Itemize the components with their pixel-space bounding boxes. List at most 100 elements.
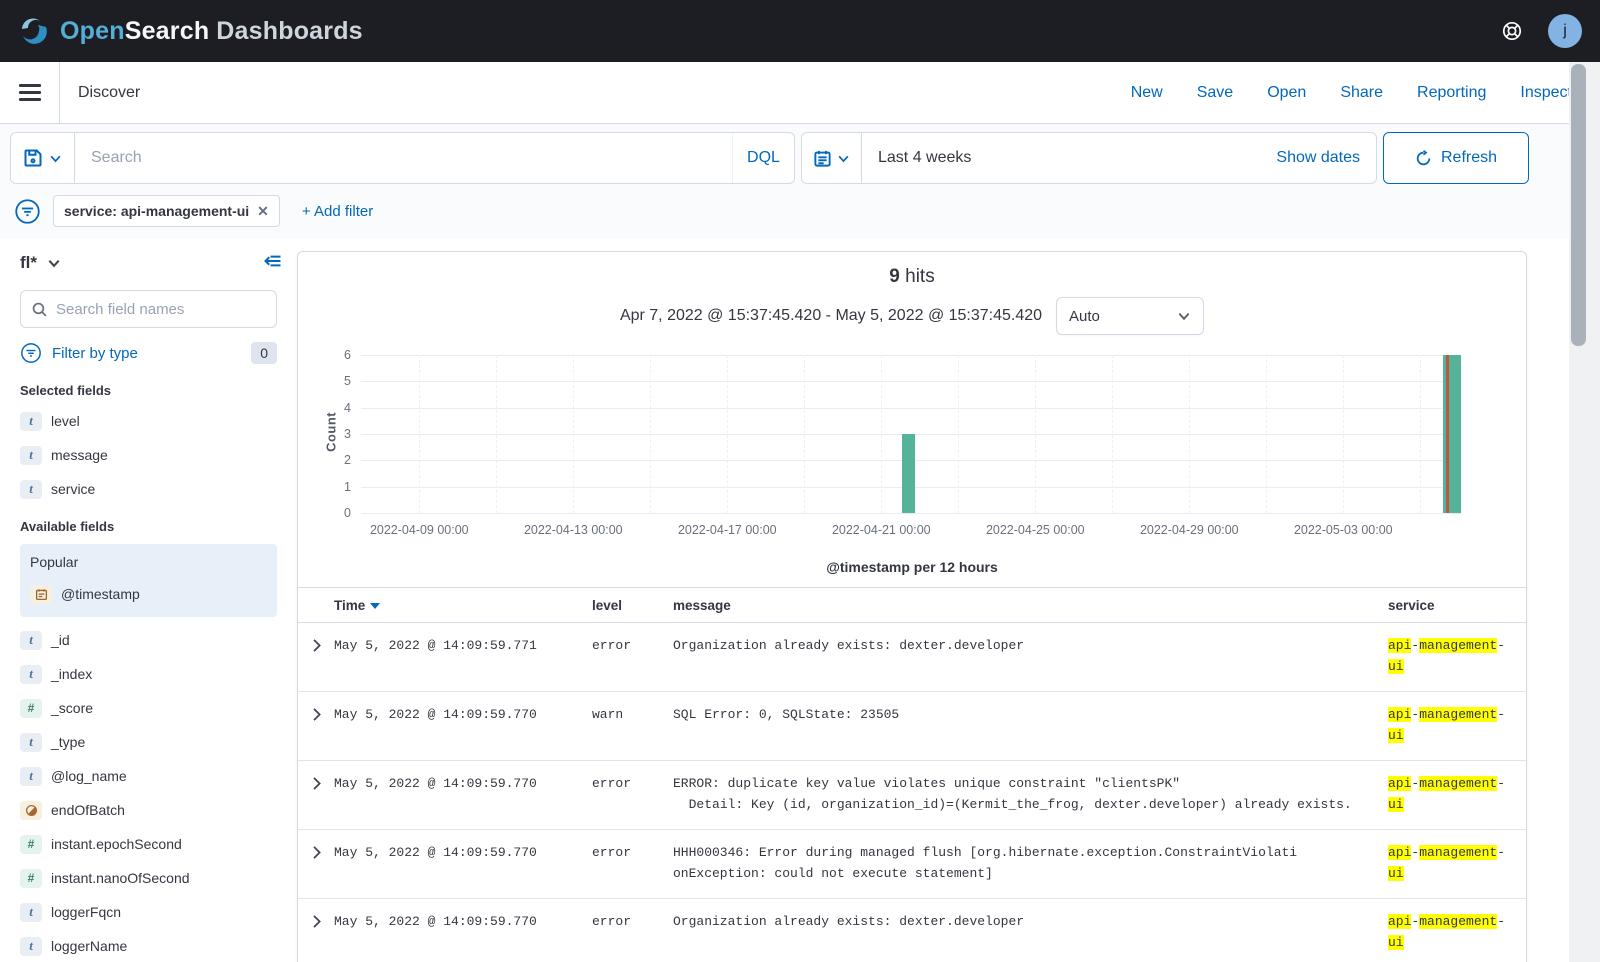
field-item-_type[interactable]: t_type xyxy=(20,731,277,753)
field-name: instant.epochSecond xyxy=(51,836,182,852)
app-header: OpenSearchDashboards j xyxy=(0,0,1600,62)
filter-chip-label: service: api-management-ui xyxy=(64,203,249,219)
brand-dashboards: Dashboards xyxy=(216,17,362,45)
show-dates-button[interactable]: Show dates xyxy=(1276,149,1376,167)
cell-message: Organization already exists: dexter.deve… xyxy=(673,911,1388,953)
calendar-menu-button[interactable] xyxy=(802,133,862,183)
field-item-loggerFqcn[interactable]: tloggerFqcn xyxy=(20,901,277,923)
refresh-label: Refresh xyxy=(1441,149,1497,167)
string-field-icon: t xyxy=(20,412,42,431)
column-header-time[interactable]: Time xyxy=(334,598,592,613)
highlight-mark: ui xyxy=(1388,866,1404,881)
brand-search: Search xyxy=(125,17,210,45)
string-field-icon: t xyxy=(20,937,42,956)
nav-link-reporting[interactable]: Reporting xyxy=(1417,84,1486,102)
table-row: May 5, 2022 @ 14:09:59.770errorOrganizat… xyxy=(298,899,1526,962)
cell-message: SQL Error: 0, SQLState: 23505 xyxy=(673,704,1388,746)
expand-row-icon[interactable] xyxy=(309,707,324,722)
histogram-chart[interactable]: Count 0123456 xyxy=(361,355,1461,513)
field-item-_score[interactable]: #_score xyxy=(20,697,277,719)
field-item-service[interactable]: tservice xyxy=(20,478,277,500)
filter-chip-service[interactable]: service: api-management-ui ✕ xyxy=(53,195,280,227)
cell-message: HHH000346: Error during managed flush [o… xyxy=(673,842,1388,884)
field-item-instant.nanoOfSecond[interactable]: #instant.nanoOfSecond xyxy=(20,867,277,889)
field-item-_id[interactable]: t_id xyxy=(20,629,277,651)
collapse-sidebar-icon[interactable] xyxy=(263,251,283,274)
expand-row-icon[interactable] xyxy=(309,776,324,791)
field-item-loggerName[interactable]: tloggerName xyxy=(20,935,277,957)
field-item-_index[interactable]: t_index xyxy=(20,663,277,685)
expand-row-icon[interactable] xyxy=(309,638,324,653)
field-item-instant.epochSecond[interactable]: #instant.epochSecond xyxy=(20,833,277,855)
search-input[interactable] xyxy=(75,149,732,167)
gridline xyxy=(804,355,805,513)
popular-fields-block: Popular @timestamp xyxy=(20,544,277,617)
hits-count: 9 hits xyxy=(298,266,1526,288)
gridline xyxy=(496,355,497,513)
highlight-mark: api xyxy=(1388,638,1411,653)
sort-desc-icon xyxy=(370,603,380,609)
field-item-level[interactable]: tlevel xyxy=(20,410,277,432)
highlight-mark: management xyxy=(1419,638,1497,653)
y-tick-label: 2 xyxy=(344,453,351,467)
index-pattern-selector[interactable]: fl* xyxy=(20,253,61,273)
brand-open: Open xyxy=(60,17,125,45)
field-item-@log_name[interactable]: t@log_name xyxy=(20,765,277,787)
nav-link-new[interactable]: New xyxy=(1131,84,1163,102)
highlight-mark: ui xyxy=(1388,659,1404,674)
remove-filter-icon[interactable]: ✕ xyxy=(257,203,269,220)
menu-icon[interactable] xyxy=(0,62,60,123)
date-range-value[interactable]: Last 4 weeks xyxy=(862,149,1276,167)
number-field-icon: # xyxy=(20,699,42,718)
calendar-icon xyxy=(813,149,832,168)
x-tick-label: 2022-04-21 00:00 xyxy=(832,523,931,537)
nav-link-share[interactable]: Share xyxy=(1340,84,1383,102)
filter-by-type-label: Filter by type xyxy=(52,345,138,362)
y-axis-label: Count xyxy=(324,412,339,452)
cell-time: May 5, 2022 @ 14:09:59.770 xyxy=(334,704,592,746)
expand-row-icon[interactable] xyxy=(309,914,324,929)
field-search-input[interactable] xyxy=(56,301,266,318)
breadcrumb: Discover xyxy=(60,62,140,123)
user-avatar[interactable]: j xyxy=(1548,14,1582,48)
nav-menu: New Save Open Share Reporting Inspect xyxy=(1131,62,1600,123)
field-item-endOfBatch[interactable]: endOfBatch xyxy=(20,799,277,821)
add-filter-button[interactable]: + Add filter xyxy=(302,203,373,220)
field-name: service xyxy=(51,481,95,497)
filter-icon[interactable] xyxy=(14,198,41,225)
saved-query-button[interactable] xyxy=(11,133,75,183)
gridline xyxy=(958,355,959,513)
expand-row-icon[interactable] xyxy=(309,845,324,860)
field-item-@timestamp[interactable]: @timestamp xyxy=(22,583,275,605)
cell-service: api-management-ui xyxy=(1388,704,1526,746)
gridline xyxy=(1266,355,1267,513)
boolean-field-icon xyxy=(20,801,42,820)
fields-sidebar: fl* Filter by type 0 Selected fields xyxy=(0,239,297,957)
gridline xyxy=(361,513,1461,514)
popular-heading: Popular xyxy=(22,554,275,570)
scrollbar-track[interactable] xyxy=(1569,62,1600,962)
string-field-icon: t xyxy=(20,446,42,465)
x-tick-label: 2022-04-29 00:00 xyxy=(1140,523,1239,537)
filter-by-type-button[interactable]: Filter by type 0 xyxy=(20,342,277,364)
scrollbar-thumb[interactable] xyxy=(1571,64,1586,346)
nav-link-save[interactable]: Save xyxy=(1197,84,1233,102)
refresh-icon xyxy=(1415,150,1432,167)
field-name: _id xyxy=(51,632,70,648)
query-language-button[interactable]: DQL xyxy=(732,133,794,183)
interval-select[interactable]: Auto xyxy=(1056,297,1204,335)
cell-level: error xyxy=(592,773,673,815)
nav-link-open[interactable]: Open xyxy=(1267,84,1306,102)
refresh-button[interactable]: Refresh xyxy=(1383,132,1529,184)
histogram-bar[interactable] xyxy=(902,434,915,513)
opensearch-logo-icon[interactable] xyxy=(18,15,50,47)
y-tick-label: 3 xyxy=(344,427,351,441)
date-field-icon xyxy=(30,585,52,604)
field-item-message[interactable]: tmessage xyxy=(20,444,277,466)
field-name: _type xyxy=(51,734,85,750)
nav-link-inspect[interactable]: Inspect xyxy=(1520,84,1572,102)
help-icon[interactable] xyxy=(1494,13,1530,49)
save-icon xyxy=(23,148,43,168)
hits-number: 9 xyxy=(889,266,900,287)
field-name: @log_name xyxy=(51,768,127,784)
